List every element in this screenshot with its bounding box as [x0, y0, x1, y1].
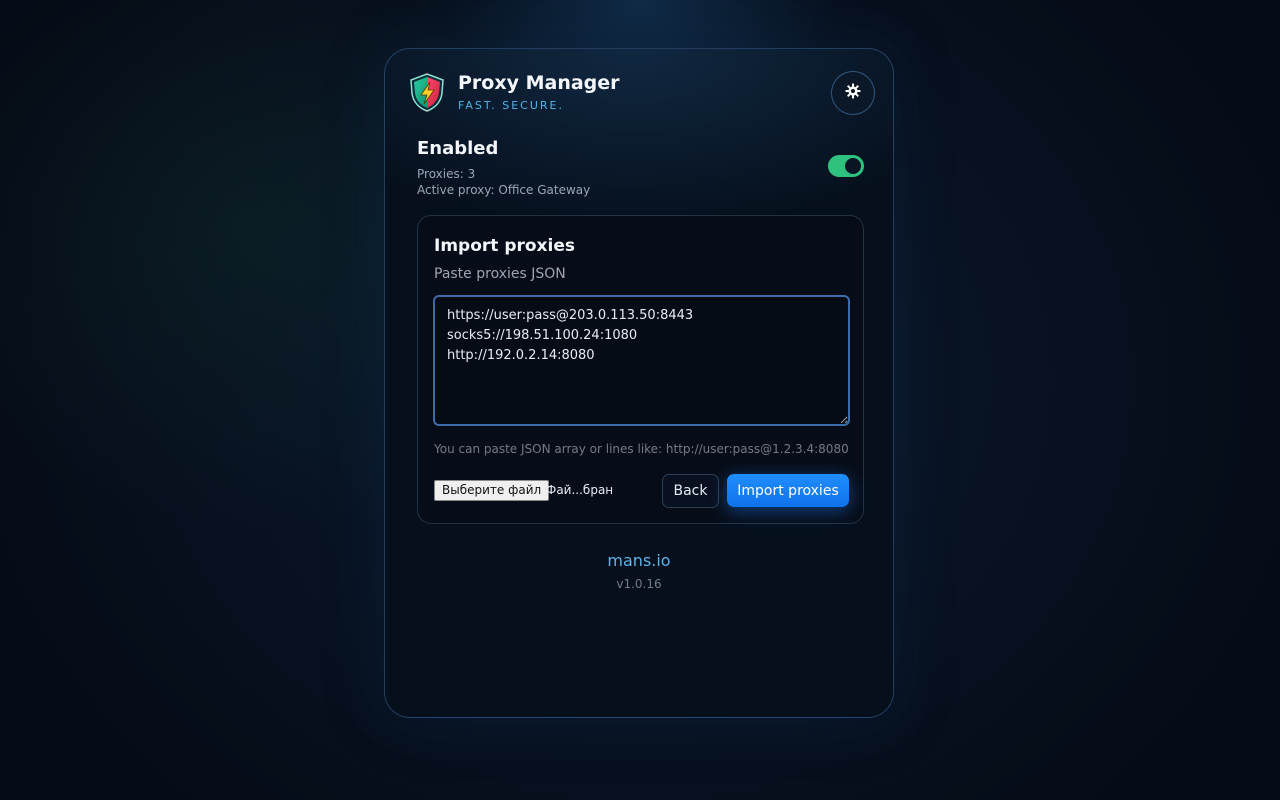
active-proxy: Active proxy: Office Gateway — [417, 183, 591, 197]
shield-lightning-icon — [407, 71, 447, 113]
choose-file-button[interactable]: Выберите файл — [434, 480, 550, 501]
app-tagline: FAST. SECURE. — [458, 99, 564, 112]
import-title: Import proxies — [434, 236, 575, 256]
status-title: Enabled — [417, 138, 499, 159]
import-card: Import proxies Paste proxies JSON https:… — [417, 215, 864, 524]
file-status: Фай...бран — [546, 483, 614, 497]
proxies-textarea[interactable]: https://user:pass@203.0.113.50:8443 sock… — [433, 295, 850, 426]
app-title: Proxy Manager — [458, 72, 620, 94]
mans-io-link[interactable]: mans.io — [607, 551, 670, 570]
header: Proxy Manager FAST. SECURE. — [407, 71, 875, 117]
footer-link-wrapper: mans.io — [385, 551, 893, 570]
proxy-manager-panel: Proxy Manager FAST. SECURE. Enabled Prox… — [384, 48, 894, 718]
proxy-count: Proxies: 3 — [417, 167, 476, 181]
version-label: v1.0.16 — [616, 577, 662, 591]
back-button[interactable]: Back — [662, 474, 719, 508]
toggle-knob — [845, 158, 861, 174]
import-hint: You can paste JSON array or lines like: … — [434, 442, 849, 456]
enabled-toggle[interactable] — [828, 155, 864, 177]
import-proxies-button[interactable]: Import proxies — [727, 474, 849, 507]
gear-icon — [845, 83, 861, 103]
import-subtitle: Paste proxies JSON — [434, 266, 566, 282]
settings-button[interactable] — [831, 71, 875, 115]
